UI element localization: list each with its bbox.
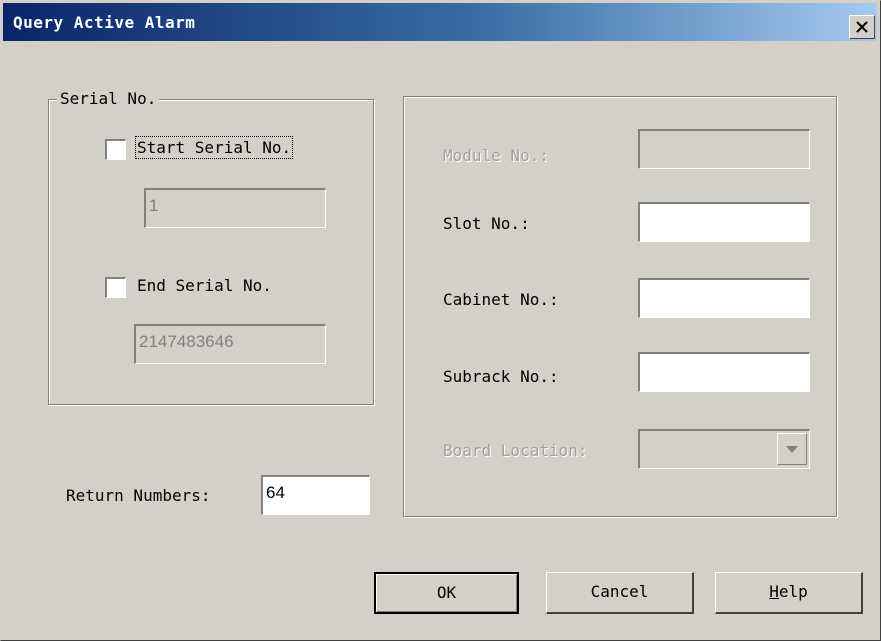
- board-location-dropdown-button[interactable]: [777, 433, 807, 465]
- start-serial-input[interactable]: 1: [144, 188, 326, 228]
- end-serial-input[interactable]: 2147483646: [134, 324, 326, 364]
- end-serial-label[interactable]: End Serial No.: [137, 276, 272, 295]
- cancel-button[interactable]: Cancel: [546, 572, 694, 614]
- query-active-alarm-dialog: Query Active Alarm Serial No. Start Seri…: [0, 0, 881, 641]
- window-title: Query Active Alarm: [13, 13, 196, 32]
- cabinet-number-label: Cabinet No.:: [443, 290, 559, 309]
- subrack-number-label: Subrack No.:: [443, 367, 559, 386]
- start-serial-label[interactable]: Start Serial No.: [134, 136, 294, 159]
- ok-button[interactable]: OK: [374, 572, 519, 614]
- board-location-combo[interactable]: [638, 429, 810, 469]
- module-number-label: Module No.:: [443, 146, 549, 165]
- cabinet-number-input[interactable]: [638, 278, 810, 318]
- return-numbers-label: Return Numbers:: [66, 486, 211, 505]
- help-button[interactable]: Help: [715, 572, 863, 614]
- close-button[interactable]: [849, 15, 875, 39]
- module-number-input[interactable]: [638, 129, 810, 169]
- board-location-label: Board Location:: [443, 441, 588, 460]
- chevron-down-icon: [786, 446, 798, 453]
- serial-number-group-legend: Serial No.: [57, 89, 160, 108]
- close-icon: [856, 21, 868, 33]
- return-numbers-input[interactable]: 64: [261, 475, 370, 515]
- slot-number-label: Slot No.:: [443, 214, 530, 233]
- end-serial-checkbox[interactable]: [105, 277, 126, 298]
- title-bar[interactable]: Query Active Alarm: [3, 3, 877, 41]
- subrack-number-input[interactable]: [638, 352, 810, 392]
- start-serial-checkbox[interactable]: [105, 139, 126, 160]
- slot-number-input[interactable]: [638, 202, 810, 242]
